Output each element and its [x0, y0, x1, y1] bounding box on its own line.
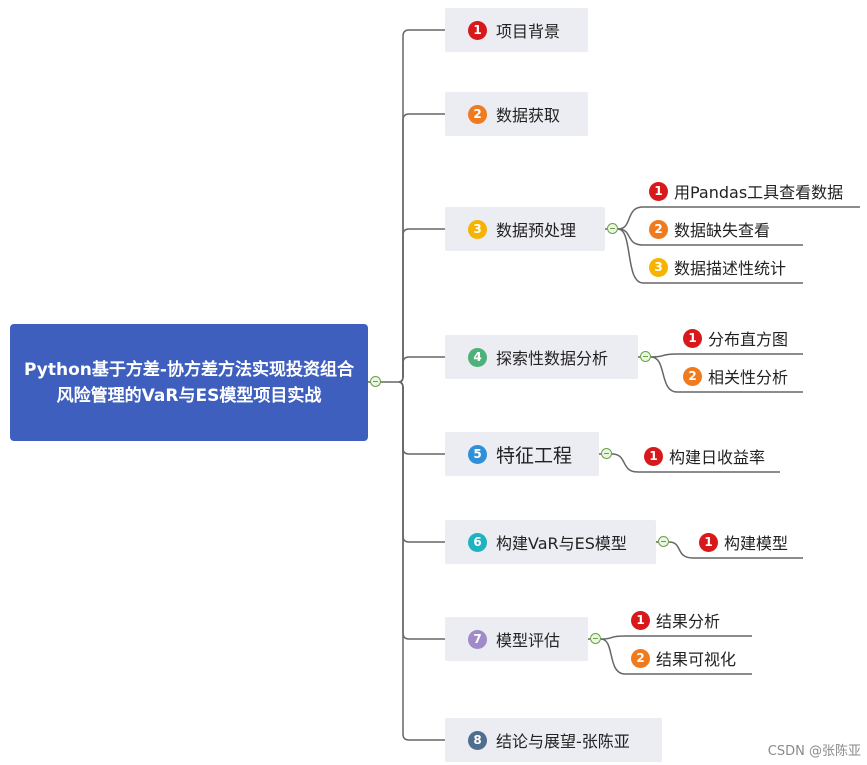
- number-badge-icon: 8: [468, 730, 487, 750]
- subtopic-label: 相关性分析: [708, 368, 789, 387]
- number-badge-icon: 7: [468, 629, 487, 649]
- topic-label: 数据预处理: [496, 221, 577, 240]
- collapse-toggle-icon[interactable]: [590, 633, 601, 644]
- topic-label: 项目背景: [496, 22, 561, 41]
- topic-label: 数据获取: [496, 106, 561, 125]
- number-badge-icon: 4: [468, 347, 487, 367]
- number-badge-icon: 1: [468, 20, 487, 40]
- number-badge-icon: 2: [631, 648, 650, 668]
- subtopic-node[interactable]: 1 结果分析: [631, 607, 720, 633]
- subtopic-connector: [650, 353, 803, 358]
- watermark: CSDN @张陈亚: [767, 744, 861, 759]
- collapse-toggle-icon[interactable]: [607, 223, 618, 234]
- branch-connector: [398, 381, 445, 640]
- topic-node[interactable]: 7 模型评估: [445, 617, 588, 661]
- topic-label: 构建VaR与ES模型: [496, 534, 627, 553]
- branch-connector: [398, 381, 445, 741]
- collapse-toggle-icon[interactable]: [640, 351, 651, 362]
- number-badge-icon: 1: [683, 328, 702, 348]
- number-badge-icon: 5: [468, 444, 487, 464]
- subtopic-node[interactable]: 1 用Pandas工具查看数据: [649, 178, 843, 204]
- branch-connector: [398, 381, 445, 455]
- subtopic-node[interactable]: 2 数据缺失查看: [649, 216, 770, 242]
- subtopic-label: 用Pandas工具查看数据: [674, 183, 844, 202]
- number-badge-icon: 2: [683, 366, 702, 386]
- number-badge-icon: 1: [631, 610, 650, 630]
- subtopic-connector: [600, 635, 752, 640]
- root-topic[interactable]: Python基于方差-协方差方法实现投资组合风险管理的VaR与ES模型项目实战: [10, 324, 368, 441]
- topic-label: 模型评估: [496, 631, 561, 650]
- collapse-toggle-icon[interactable]: [601, 448, 612, 459]
- subtopic-node[interactable]: 3 数据描述性统计: [649, 254, 786, 280]
- topic-node[interactable]: 5 特征工程: [445, 432, 599, 476]
- topic-label: 结论与展望-张陈亚: [496, 732, 630, 751]
- branch-connector: [398, 113, 445, 383]
- subtopic-label: 数据缺失查看: [674, 221, 771, 240]
- number-badge-icon: 6: [468, 532, 487, 552]
- branch-connector: [398, 356, 445, 383]
- topic-node[interactable]: 3 数据预处理: [445, 207, 605, 251]
- subtopic-node[interactable]: 2 相关性分析: [683, 363, 788, 389]
- number-badge-icon: 3: [649, 257, 668, 277]
- topic-node[interactable]: 2 数据获取: [445, 92, 588, 136]
- subtopic-node[interactable]: 1 分布直方图: [683, 325, 788, 351]
- collapse-toggle-icon[interactable]: [370, 376, 381, 387]
- topic-node[interactable]: 8 结论与展望-张陈亚: [445, 718, 662, 762]
- branch-connector: [398, 381, 445, 543]
- subtopic-label: 分布直方图: [708, 330, 789, 349]
- number-badge-icon: 1: [699, 532, 718, 552]
- subtopic-node[interactable]: 2 结果可视化: [631, 645, 736, 671]
- topic-label: 特征工程: [496, 444, 573, 467]
- subtopic-label: 结果分析: [656, 612, 721, 631]
- number-badge-icon: 2: [468, 104, 487, 124]
- subtopic-label: 结果可视化: [656, 650, 737, 669]
- subtopic-label: 构建模型: [724, 534, 789, 553]
- number-badge-icon: 1: [649, 181, 668, 201]
- subtopic-label: 数据描述性统计: [674, 259, 787, 278]
- number-badge-icon: 1: [644, 446, 663, 466]
- branch-connector: [398, 228, 445, 383]
- topic-node[interactable]: 6 构建VaR与ES模型: [445, 520, 656, 564]
- number-badge-icon: 2: [649, 219, 668, 239]
- collapse-toggle-icon[interactable]: [658, 536, 669, 547]
- subtopic-label: 构建日收益率: [669, 448, 766, 467]
- topic-node[interactable]: 1 项目背景: [445, 8, 588, 52]
- branch-connector: [398, 29, 445, 383]
- subtopic-node[interactable]: 1 构建模型: [699, 529, 788, 555]
- topic-label: 探索性数据分析: [496, 349, 609, 368]
- subtopic-node[interactable]: 1 构建日收益率: [644, 443, 765, 469]
- topic-node[interactable]: 4 探索性数据分析: [445, 335, 638, 379]
- number-badge-icon: 3: [468, 219, 487, 239]
